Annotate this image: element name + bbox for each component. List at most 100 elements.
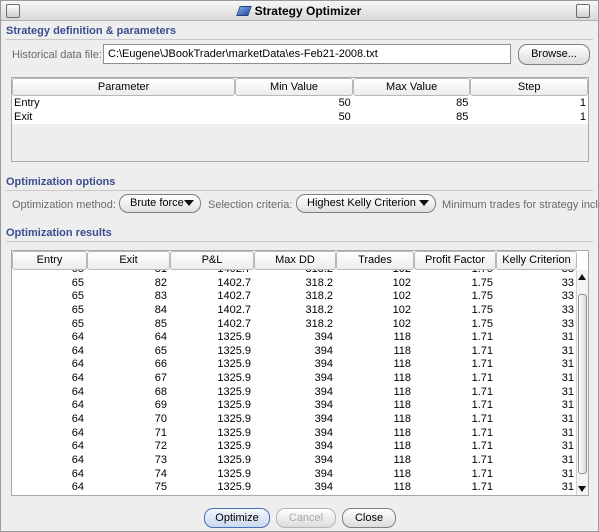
- table-row[interactable]: 64 66 1325.9 394 118 1.71 31: [12, 358, 577, 372]
- method-label: Optimization method:: [12, 199, 116, 211]
- cell-profit-factor: 1.71: [471, 440, 493, 453]
- scroll-up-icon[interactable]: [578, 274, 586, 280]
- param-step[interactable]: 1: [470, 110, 588, 124]
- param-header-parameter[interactable]: Parameter: [12, 78, 236, 96]
- cell-kelly: 31: [561, 481, 574, 494]
- cell-max-dd: 394: [314, 331, 333, 344]
- cell-trades: 118: [393, 385, 411, 398]
- browse-button[interactable]: Browse...: [518, 44, 590, 65]
- cell-trades: 102: [392, 317, 411, 330]
- cell-max-dd: 318.2: [305, 276, 333, 289]
- cell-entry: 65: [71, 276, 84, 289]
- cell-max-dd: 394: [314, 413, 333, 426]
- param-min[interactable]: 50: [235, 96, 353, 110]
- cell-max-dd: 394: [314, 481, 333, 494]
- cell-exit: 71: [154, 426, 167, 439]
- param-min[interactable]: 50: [235, 110, 353, 124]
- cell-kelly: 33: [561, 317, 574, 330]
- cell-pl: 1325.9: [217, 399, 251, 412]
- cell-profit-factor: 1.71: [471, 453, 493, 466]
- param-header-step[interactable]: Step: [470, 78, 588, 96]
- cancel-button[interactable]: Cancel: [276, 508, 336, 528]
- cell-exit: 70: [154, 413, 167, 426]
- scroll-thumb[interactable]: [578, 294, 587, 474]
- cell-pl: 1402.7: [170, 270, 254, 277]
- chevron-down-icon: [184, 200, 194, 206]
- col-header-kelly[interactable]: Kelly Criterion: [496, 251, 577, 270]
- table-row[interactable]: 64 70 1325.9 394 118 1.71 31: [12, 413, 577, 427]
- table-row[interactable]: 65 85 1402.7 318.2 102 1.75 33: [12, 318, 577, 332]
- table-row[interactable]: 65 83 1402.7 318.2 102 1.75 33: [12, 290, 577, 304]
- table-row[interactable]: 64 64 1325.9 394 118 1.71 31: [12, 331, 577, 345]
- table-row[interactable]: 64 65 1325.9 394 118 1.71 31: [12, 345, 577, 359]
- cell-trades: 118: [393, 413, 411, 426]
- options-section-title: Optimization options: [6, 176, 116, 188]
- param-max[interactable]: 85: [353, 110, 471, 124]
- optimize-button[interactable]: Optimize: [204, 508, 270, 528]
- table-row[interactable]: 64 72 1325.9 394 118 1.71 31: [12, 440, 577, 454]
- col-header-trades[interactable]: Trades: [336, 251, 414, 270]
- table-row[interactable]: 64 75 1325.9 394 118 1.71 31: [12, 481, 577, 495]
- cell-exit: 68: [154, 385, 167, 398]
- param-row-entry[interactable]: Entry 50 85 1: [12, 96, 588, 110]
- cell-profit-factor: 1.71: [471, 331, 493, 344]
- results-scrollbar[interactable]: [576, 270, 588, 495]
- section-divider: [6, 241, 593, 242]
- table-row[interactable]: 65811402.7318.21021.7533: [12, 270, 577, 277]
- cell-pl: 1325.9: [217, 344, 251, 357]
- historical-data-field[interactable]: C:\Eugene\JBookTrader\marketData\es-Feb2…: [103, 44, 511, 64]
- cell-entry: 64: [71, 467, 84, 480]
- cell-trades: 118: [393, 440, 411, 453]
- table-row[interactable]: 64 69 1325.9 394 118 1.71 31: [12, 399, 577, 413]
- cell-entry: 64: [71, 426, 84, 439]
- param-name: Exit: [14, 111, 33, 123]
- close-button[interactable]: Close: [342, 508, 396, 528]
- cell-max-dd: 394: [314, 372, 333, 385]
- scroll-down-icon[interactable]: [578, 486, 586, 492]
- cell-entry: 64: [71, 344, 84, 357]
- param-step[interactable]: 1: [470, 96, 588, 110]
- col-header-profit-factor[interactable]: Profit Factor: [414, 251, 496, 270]
- cell-pl: 1402.7: [217, 317, 251, 330]
- cell-profit-factor: 1.71: [471, 413, 493, 426]
- param-max[interactable]: 85: [353, 96, 471, 110]
- cell-pl: 1325.9: [217, 426, 251, 439]
- criteria-combo[interactable]: Highest Kelly Criterion: [296, 194, 436, 213]
- table-row[interactable]: 64 74 1325.9 394 118 1.71 31: [12, 468, 577, 482]
- col-header-entry[interactable]: Entry: [12, 251, 87, 270]
- strategy-optimizer-window: Strategy Optimizer Strategy definition &…: [0, 0, 599, 532]
- col-header-max-dd[interactable]: Max DD: [254, 251, 336, 270]
- cell-pl: 1325.9: [217, 358, 251, 371]
- cell-entry: 64: [71, 453, 84, 466]
- cell-profit-factor: 1.71: [471, 372, 493, 385]
- col-header-pl[interactable]: P&L: [170, 251, 254, 270]
- cell-kelly: 31: [561, 331, 574, 344]
- cell-max-dd: 394: [314, 399, 333, 412]
- cell-exit: 65: [154, 344, 167, 357]
- cell-entry: 65: [71, 303, 84, 316]
- cell-entry: 64: [71, 413, 84, 426]
- cell-trades: 118: [393, 399, 411, 412]
- close-window-icon[interactable]: [576, 4, 590, 18]
- results-body: 65811402.7318.21021.753365821402.7318.21…: [12, 270, 577, 495]
- param-header-max[interactable]: Max Value: [352, 78, 471, 96]
- method-combo[interactable]: Brute force: [119, 194, 201, 213]
- table-row[interactable]: 64 67 1325.9 394 118 1.71 31: [12, 372, 577, 386]
- table-row[interactable]: 64 73 1325.9 394 118 1.71 31: [12, 454, 577, 468]
- cell-profit-factor: 1.71: [471, 426, 493, 439]
- cell-entry: 64: [71, 358, 84, 371]
- cell-pl: 1325.9: [217, 331, 251, 344]
- table-row[interactable]: 64 71 1325.9 394 118 1.71 31: [12, 427, 577, 441]
- col-header-exit[interactable]: Exit: [87, 251, 170, 270]
- table-row[interactable]: 64 68 1325.9 394 118 1.71 31: [12, 386, 577, 400]
- table-row[interactable]: 65 84 1402.7 318.2 102 1.75 33: [12, 304, 577, 318]
- cell-pl: 1325.9: [217, 453, 251, 466]
- cell-max-dd: 394: [314, 358, 333, 371]
- param-row-exit[interactable]: Exit 50 85 1: [12, 110, 588, 124]
- cell-entry: 64: [71, 331, 84, 344]
- cell-pl: 1325.9: [217, 440, 251, 453]
- cell-kelly: 31: [561, 385, 574, 398]
- cell-exit: 74: [154, 467, 167, 480]
- table-row[interactable]: 65 82 1402.7 318.2 102 1.75 33: [12, 277, 577, 291]
- param-header-min[interactable]: Min Value: [235, 78, 353, 96]
